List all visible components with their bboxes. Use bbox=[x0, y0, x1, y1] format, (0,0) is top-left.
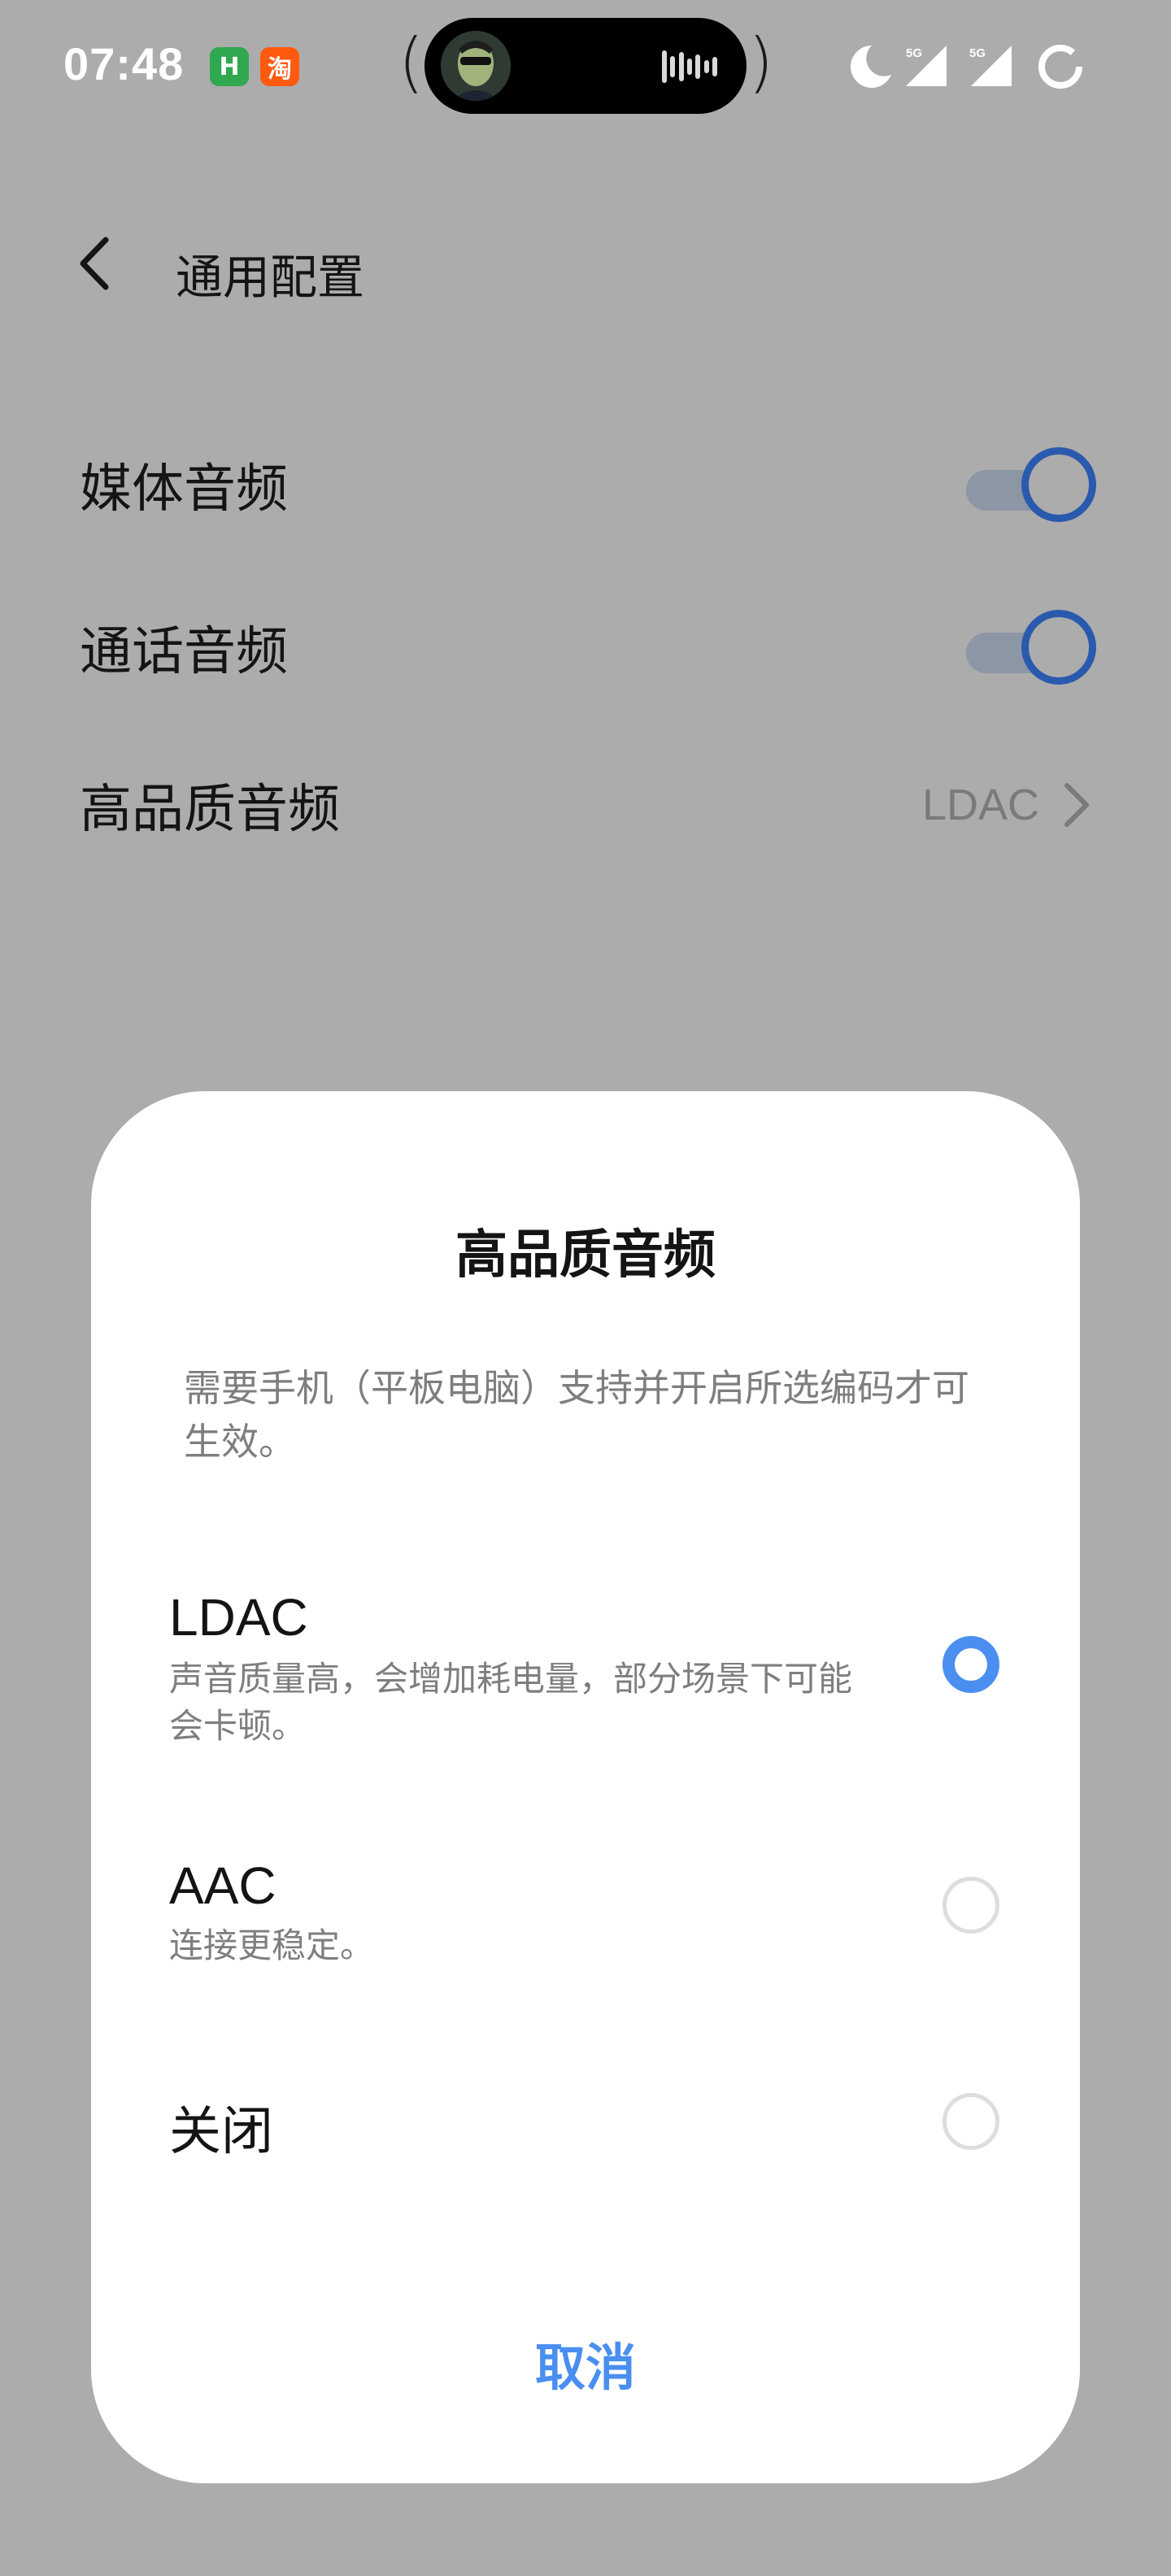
radio-button[interactable] bbox=[942, 2093, 999, 2150]
option-name: LDAC bbox=[169, 1588, 308, 1647]
back-button[interactable] bbox=[65, 234, 124, 293]
codec-dialog: 高品质音频 需要手机（平板电脑）支持并开启所选编码才可生效。 LDAC 声音质量… bbox=[91, 1091, 1080, 2483]
svg-text:5G: 5G bbox=[906, 46, 922, 60]
option-name: 关闭 bbox=[169, 2102, 273, 2160]
option-off[interactable]: 关闭 bbox=[91, 2090, 1080, 2187]
svg-text:5G: 5G bbox=[969, 46, 986, 60]
dialog-title: 高品质音频 bbox=[455, 1225, 716, 1286]
toggle-knob bbox=[1021, 610, 1096, 685]
audio-wave-icon bbox=[662, 50, 717, 83]
option-aac[interactable]: AAC 连接更稳定。 bbox=[91, 1856, 1080, 1986]
toggle-knob bbox=[1021, 447, 1096, 522]
chevron-right-icon bbox=[1064, 783, 1089, 827]
status-time: 07:48 bbox=[63, 38, 185, 89]
setting-row-media-audio[interactable]: 媒体音频 bbox=[0, 411, 1171, 558]
dynamic-island[interactable] bbox=[424, 18, 747, 114]
call-audio-toggle[interactable] bbox=[966, 610, 1096, 685]
setting-row-hq-audio[interactable]: 高品质音频 LDAC bbox=[0, 732, 1171, 878]
signal-icon: 5G bbox=[969, 46, 1012, 86]
setting-label: 媒体音频 bbox=[80, 459, 288, 520]
battery-ring-icon bbox=[1038, 45, 1082, 89]
option-ldac[interactable]: LDAC 声音质量高，会增加耗电量，部分场景下可能会卡顿。 bbox=[91, 1587, 1080, 1782]
status-bar: 07:48 H 淘 ( ) 5G 5G bbox=[0, 0, 1171, 130]
setting-label: 通话音频 bbox=[80, 622, 288, 682]
status-icons: 5G 5G bbox=[851, 45, 1082, 89]
moon-icon bbox=[851, 46, 891, 88]
signal-icon: 5G bbox=[906, 46, 947, 86]
cancel-button[interactable]: 取消 bbox=[91, 2319, 1080, 2417]
radio-button[interactable] bbox=[942, 1877, 999, 1934]
option-subtitle: 连接更稳定。 bbox=[169, 1925, 375, 1965]
option-subtitle: 声音质量高，会增加耗电量，部分场景下可能会卡顿。 bbox=[169, 1659, 853, 1746]
option-name: AAC bbox=[169, 1856, 276, 1915]
app-notification-icon: H bbox=[210, 47, 249, 86]
dialog-description: 需要手机（平板电脑）支持并开启所选编码才可生效。 bbox=[184, 1366, 969, 1464]
setting-value: LDAC bbox=[921, 781, 1039, 829]
setting-row-call-audio[interactable]: 通话音频 bbox=[0, 574, 1171, 720]
chevron-left-icon bbox=[80, 237, 109, 290]
media-avatar bbox=[441, 31, 511, 101]
taobao-notification-icon: 淘 bbox=[260, 47, 299, 86]
radio-button-selected[interactable] bbox=[942, 1636, 999, 1693]
media-audio-toggle[interactable] bbox=[966, 447, 1096, 522]
island-bracket-left: ( bbox=[398, 24, 424, 100]
page-header: 通用配置 bbox=[0, 211, 1171, 317]
island-bracket-right: ) bbox=[748, 24, 774, 100]
page-title: 通用配置 bbox=[176, 250, 365, 305]
setting-label: 高品质音频 bbox=[80, 780, 340, 840]
